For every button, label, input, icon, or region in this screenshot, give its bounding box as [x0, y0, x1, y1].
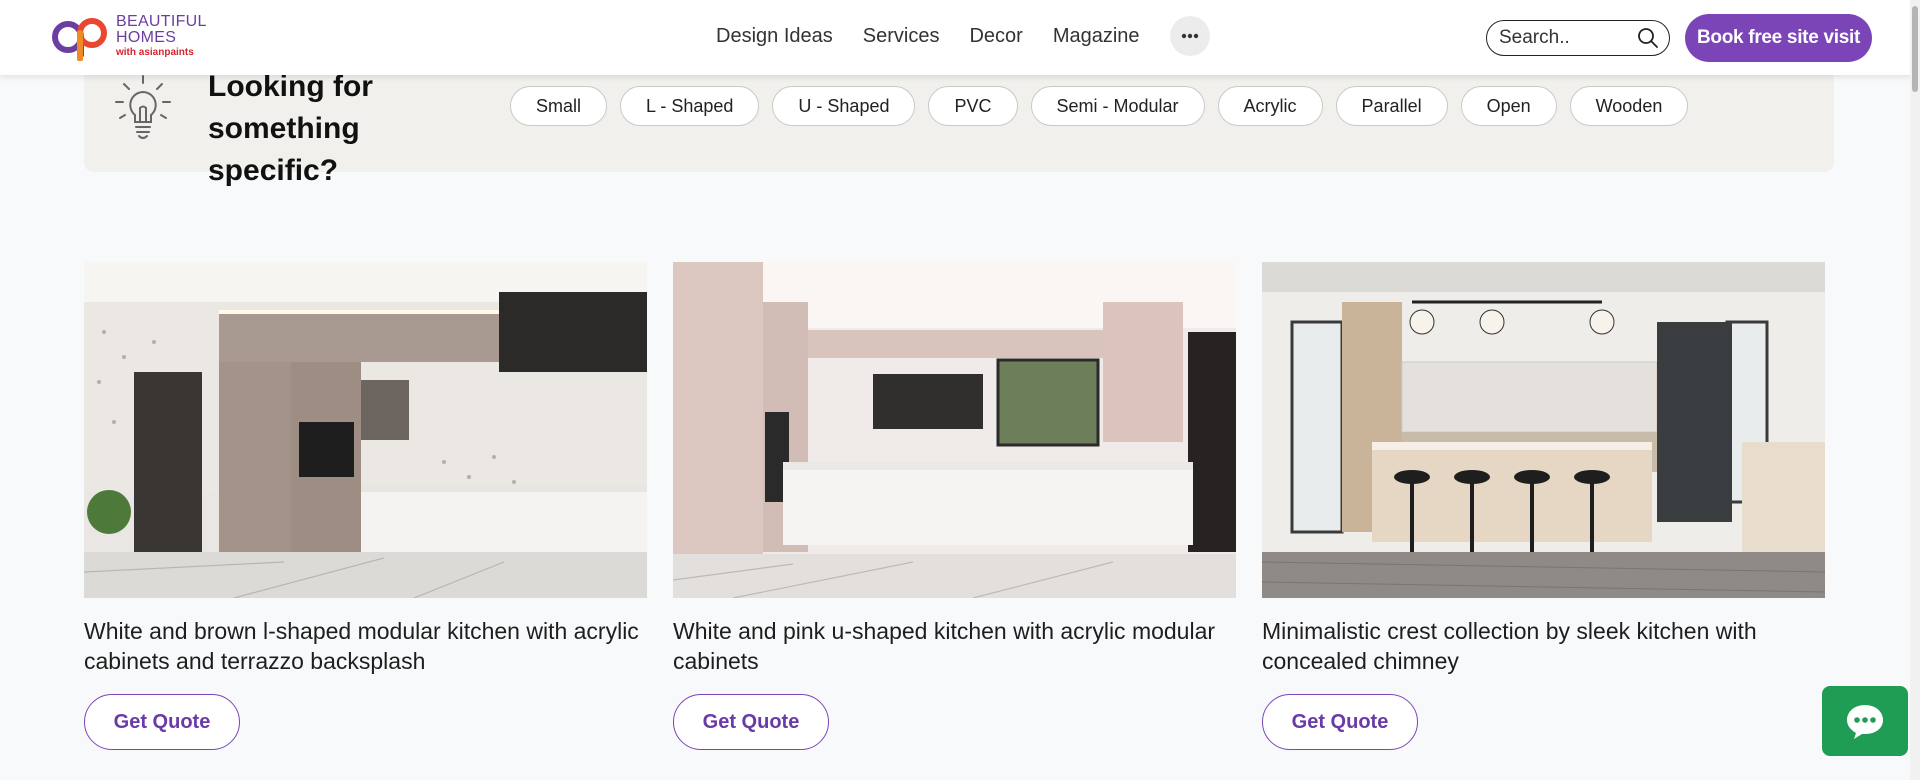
nav-design-ideas[interactable]: Design Ideas: [716, 25, 833, 48]
chip-pvc[interactable]: PVC: [928, 86, 1018, 126]
nav-magazine[interactable]: Magazine: [1053, 25, 1140, 48]
filter-chips: Small L - Shaped U - Shaped PVC Semi - M…: [510, 86, 1701, 126]
get-quote-button[interactable]: Get Quote: [673, 694, 829, 750]
nav-decor[interactable]: Decor: [969, 25, 1022, 48]
search-input[interactable]: [1499, 27, 1629, 49]
get-quote-button[interactable]: Get Quote: [84, 694, 240, 750]
chip-wooden[interactable]: Wooden: [1569, 86, 1689, 126]
logo-line-2: HOMES: [116, 29, 177, 46]
nav-services[interactable]: Services: [863, 25, 940, 48]
kitchen-photo-1: [84, 262, 647, 598]
kitchen-image[interactable]: [84, 262, 647, 598]
main-nav: Design Ideas Services Decor Magazine: [716, 0, 1210, 72]
book-site-visit-button[interactable]: Book free site visit: [1685, 14, 1872, 62]
kitchen-card: White and brown l-shaped modular kitchen…: [84, 262, 647, 750]
chat-button[interactable]: [1822, 686, 1908, 756]
kitchen-cards: White and brown l-shaped modular kitchen…: [84, 262, 1851, 750]
brand-logo[interactable]: BEAUTIFUL HOMES with asianpaints: [48, 10, 238, 62]
filter-title: Looking for something specific?: [208, 70, 373, 187]
chip-parallel[interactable]: Parallel: [1335, 86, 1448, 126]
logo-mark-icon: [52, 18, 107, 61]
chip-open[interactable]: Open: [1460, 86, 1557, 126]
search-icon[interactable]: [1637, 27, 1659, 49]
chip-u-shaped[interactable]: U - Shaped: [772, 86, 916, 126]
kitchen-card: Minimalistic crest collection by sleek k…: [1262, 262, 1825, 750]
card-title[interactable]: White and brown l-shaped modular kitchen…: [84, 616, 647, 676]
lightbulb-icon: [115, 75, 171, 139]
search-box[interactable]: [1486, 20, 1670, 56]
card-title[interactable]: White and pink u-shaped kitchen with acr…: [673, 616, 1236, 676]
logo-line-1: BEAUTIFUL: [116, 13, 207, 30]
get-quote-button[interactable]: Get Quote: [1262, 694, 1418, 750]
chat-bubble-icon: [1847, 705, 1883, 739]
kitchen-photo-2: [673, 262, 1236, 598]
kitchen-image[interactable]: [673, 262, 1236, 598]
chip-small[interactable]: Small: [510, 86, 608, 126]
chip-acrylic[interactable]: Acrylic: [1217, 86, 1323, 126]
ellipsis-icon: [1181, 33, 1198, 39]
card-title[interactable]: Minimalistic crest collection by sleek k…: [1262, 616, 1825, 676]
chip-l-shaped[interactable]: L - Shaped: [620, 86, 760, 126]
filter-panel: Looking for something specific? Small L …: [84, 60, 1834, 187]
chip-semi-modular[interactable]: Semi - Modular: [1030, 86, 1205, 126]
kitchen-image[interactable]: [1262, 262, 1825, 598]
nav-more-button[interactable]: [1169, 16, 1210, 56]
kitchen-card: White and pink u-shaped kitchen with acr…: [673, 262, 1236, 750]
kitchen-photo-3: [1262, 262, 1825, 598]
page-scrollbar[interactable]: [1910, 0, 1920, 780]
top-header: BEAUTIFUL HOMES with asianpaints Design …: [0, 0, 1920, 75]
logo-line-3: with asianpaints: [116, 47, 194, 58]
scrollbar-thumb[interactable]: [1912, 6, 1918, 92]
